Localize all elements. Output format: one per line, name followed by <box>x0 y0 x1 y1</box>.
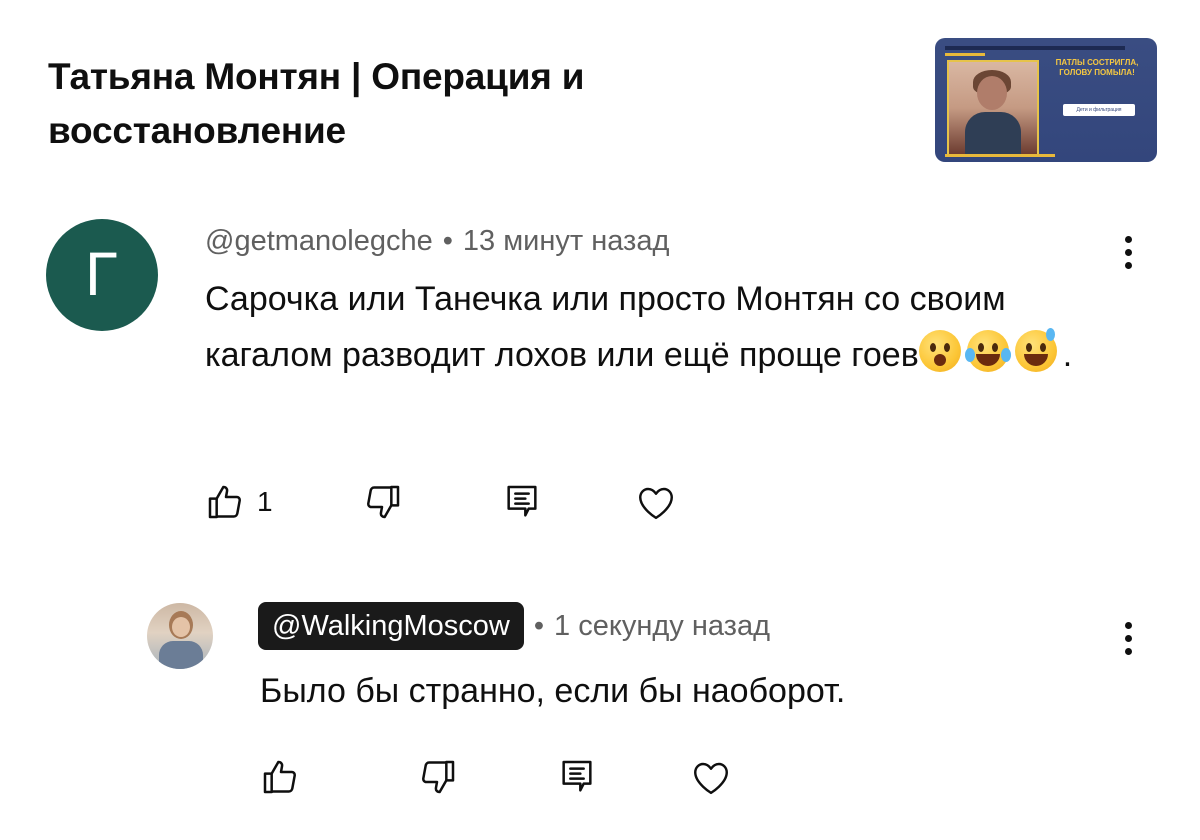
like-count: 1 <box>257 486 273 517</box>
avatar[interactable] <box>147 603 213 669</box>
reply-icon <box>562 760 592 792</box>
comment-text: Сарочка или Танечка или просто Монтян со… <box>205 271 1135 383</box>
separator-dot: • <box>533 610 545 642</box>
thumbs-up-icon <box>208 485 241 519</box>
thumbnail-decor <box>945 53 985 56</box>
dislike-button[interactable] <box>418 757 458 797</box>
like-button[interactable] <box>260 757 300 797</box>
dislike-button[interactable] <box>363 482 403 522</box>
comment-author[interactable]: @getmanolegche <box>205 225 433 257</box>
comment-actions <box>260 757 760 801</box>
more-options-icon[interactable] <box>1125 622 1137 661</box>
video-thumbnail[interactable]: ПАТЛЫ СОСТРИГЛА, ГОЛОВУ ПОМЫЛА! Дети и ф… <box>935 38 1157 162</box>
grinning-sweat-emoji <box>1014 328 1057 372</box>
reply-button[interactable] <box>502 482 542 522</box>
avatar[interactable]: Г <box>46 219 158 331</box>
comment-time: 13 минут назад <box>462 225 670 257</box>
thumbnail-decor <box>945 46 1125 50</box>
thumbs-up-icon <box>263 760 296 794</box>
reply-button[interactable] <box>557 757 597 797</box>
comment-text: Было бы странно, если бы наоборот. <box>260 672 846 710</box>
thumbs-down-icon <box>367 485 400 519</box>
heart-icon <box>639 487 673 520</box>
heart-button[interactable] <box>635 482 677 524</box>
comment-text-content: Сарочка или Танечка или просто Монтян со… <box>205 280 1006 374</box>
video-title[interactable]: Татьяна Монтян | Операция и восстановлен… <box>48 50 768 158</box>
heart-button[interactable] <box>690 757 732 799</box>
tears-of-joy-emoji <box>964 330 1011 372</box>
reply-icon <box>507 485 537 517</box>
comment-meta: @getmanolegche • 13 минут назад <box>205 224 669 258</box>
separator-dot: • <box>442 225 453 257</box>
hushed-face-emoji <box>918 330 961 372</box>
thumbnail-headline: ПАТЛЫ СОСТРИГЛА, ГОЛОВУ ПОМЫЛА! <box>1055 58 1139 77</box>
heart-icon <box>694 762 728 795</box>
more-options-icon[interactable] <box>1125 236 1137 275</box>
comment-meta: @WalkingMoscow • 1 секунду назад <box>258 602 770 650</box>
comment-text-suffix: . <box>1062 336 1073 374</box>
thumbnail-photo <box>947 60 1039 156</box>
thumbnail-decor <box>945 154 1055 157</box>
comment-author[interactable]: @WalkingMoscow <box>258 602 524 650</box>
comment-actions: 1 <box>205 482 705 526</box>
like-button[interactable]: 1 <box>205 482 273 522</box>
thumbnail-tag: Дети и фильтрация <box>1063 104 1135 116</box>
thumbs-down-icon <box>422 760 455 794</box>
comment-time: 1 секунду назад <box>554 610 771 642</box>
